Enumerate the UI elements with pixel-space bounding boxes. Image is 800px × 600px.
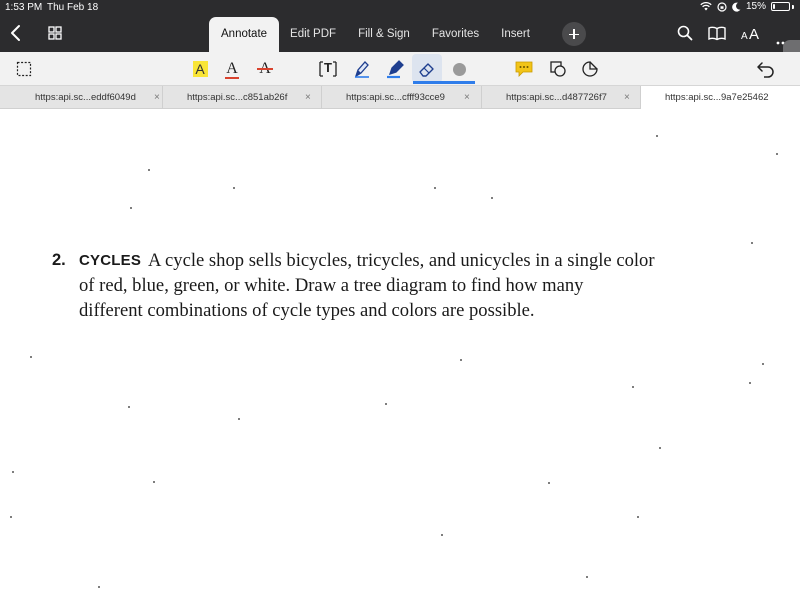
scan-speck (130, 207, 132, 209)
marker-icon[interactable] (383, 57, 407, 81)
doc-tab-active[interactable]: https:api.sc...9a7e25462 (641, 86, 800, 109)
moon-icon (732, 2, 741, 12)
scan-speck (233, 187, 235, 189)
text-box-letter: T (324, 60, 332, 75)
problem-label: CYCLES (79, 252, 142, 269)
color-dot-icon[interactable] (447, 57, 471, 81)
underline-icon[interactable]: A (220, 57, 244, 81)
scan-speck (751, 242, 753, 244)
scan-speck (153, 481, 155, 483)
document-tabs: https:api.sc...eddf6049d × https:api.sc.… (0, 85, 800, 109)
doc-tab[interactable]: https:api.sc...c851ab26f × (163, 86, 322, 109)
lasso-icon[interactable] (578, 57, 602, 81)
doc-tab-label: https:api.sc...c851ab26f (187, 92, 288, 103)
status-icons: 15% (700, 1, 794, 12)
mode-tabs: Annotate Edit PDF Fill & Sign Favorites … (209, 17, 541, 52)
tab-edit-pdf[interactable]: Edit PDF (279, 17, 347, 52)
scan-speck (776, 153, 778, 155)
doc-tab-label: https:api.sc...eddf6049d (35, 92, 136, 103)
scan-speck (238, 418, 240, 420)
search-icon[interactable] (676, 24, 694, 47)
note-icon[interactable] (512, 57, 536, 81)
scan-speck (10, 516, 12, 518)
close-icon[interactable]: × (305, 86, 311, 109)
status-date: Thu Feb 18 (47, 2, 99, 13)
shape-icon[interactable] (546, 57, 570, 81)
highlight-letter: A (192, 61, 208, 77)
text-size-small-a: A (741, 31, 748, 42)
scan-speck (460, 359, 462, 361)
doc-tab[interactable]: https:api.sc...cfff93cce9 × (322, 86, 482, 109)
status-bar: 1:53 PM Thu Feb 18 15% (0, 0, 800, 16)
tab-fill-sign[interactable]: Fill & Sign (347, 17, 421, 52)
underline-letter: A (226, 60, 238, 77)
scan-speck (637, 516, 639, 518)
orientation-lock-icon (717, 1, 727, 12)
add-tab-button[interactable] (562, 22, 586, 46)
scan-speck (148, 169, 150, 171)
doc-tab-label: https:api.sc...d487726f7 (506, 92, 607, 103)
strike-mark (257, 68, 273, 70)
problem-line: different combinations of cycle types an… (79, 300, 535, 321)
annotation-toolbar: A A A T (0, 52, 800, 85)
doc-tab[interactable]: https:api.sc...d487726f7 × (482, 86, 641, 109)
eraser-icon[interactable] (412, 54, 442, 83)
scan-speck (98, 586, 100, 588)
scan-speck (385, 403, 387, 405)
scan-speck (656, 135, 658, 137)
scan-speck (441, 534, 443, 536)
close-icon[interactable]: × (624, 86, 630, 109)
tab-annotate[interactable]: Annotate (209, 17, 280, 52)
status-time: 1:53 PM (5, 2, 43, 13)
chevron-left-icon[interactable] (8, 22, 26, 44)
scan-speck (30, 356, 32, 358)
scan-speck (434, 187, 436, 189)
scan-speck (749, 382, 751, 384)
underline-mark (225, 77, 239, 79)
scan-speck (128, 406, 130, 408)
book-icon[interactable] (707, 24, 727, 47)
close-icon[interactable]: × (154, 86, 160, 109)
wifi-icon (700, 2, 712, 11)
scan-speck (659, 447, 661, 449)
text-size-large-a: A (749, 26, 760, 43)
problem-number: 2. (52, 251, 66, 269)
doc-tab[interactable]: https:api.sc...eddf6049d × (0, 86, 163, 109)
active-tool-indicator (413, 81, 475, 84)
doc-tab-label: https:api.sc...cfff93cce9 (346, 92, 445, 103)
select-icon[interactable] (12, 57, 36, 81)
color-dot (452, 62, 466, 76)
tab-favorites[interactable]: Favorites (421, 17, 490, 52)
close-icon[interactable]: × (464, 86, 470, 109)
tab-insert[interactable]: Insert (490, 17, 541, 52)
scan-speck (632, 386, 634, 388)
pen-icon[interactable] (350, 57, 374, 81)
undo-icon[interactable] (754, 57, 778, 81)
doc-tab-label: https:api.sc...9a7e25462 (665, 92, 769, 103)
document-page[interactable]: 2. CYCLES A cycle shop sells bicycles, t… (0, 109, 800, 600)
battery-percent: 15% (745, 1, 766, 12)
scan-speck (491, 197, 493, 199)
problem-line: A cycle shop sells bicycles, tricycles, … (148, 250, 655, 271)
scan-speck (12, 471, 14, 473)
scan-speck (586, 576, 588, 578)
text-box-icon[interactable]: T (316, 57, 340, 81)
grid-icon[interactable] (46, 24, 64, 42)
battery-icon (771, 2, 790, 11)
strikethrough-icon[interactable]: A (253, 57, 277, 81)
app-header: 1:53 PM Thu Feb 18 15% Annotate Edit PDF… (0, 0, 800, 52)
highlight-icon[interactable]: A (188, 57, 212, 81)
scan-speck (762, 363, 764, 365)
scan-speck (548, 482, 550, 484)
problem-line: of red, blue, green, or white. Draw a tr… (79, 275, 584, 296)
